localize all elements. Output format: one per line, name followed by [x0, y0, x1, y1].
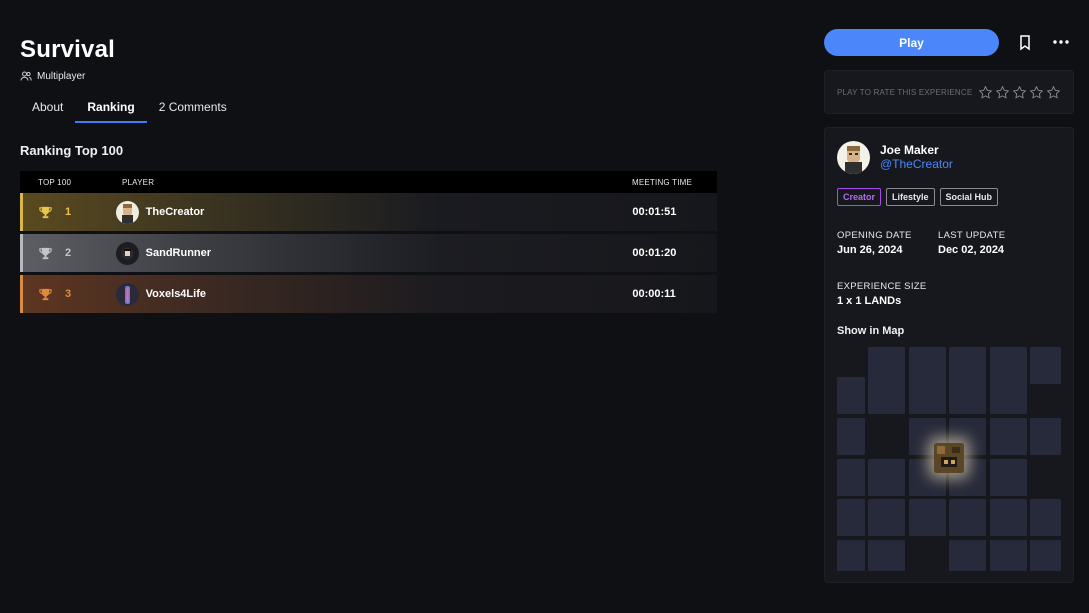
mode-text: Multiplayer	[37, 70, 86, 82]
player-name[interactable]: SandRunner	[146, 247, 211, 259]
avatar	[115, 282, 139, 306]
player-name[interactable]: TheCreator	[146, 206, 205, 218]
last-update-label: LAST UPDATE	[938, 230, 1006, 241]
map-tile	[990, 418, 1027, 455]
opening-date-value: Jun 26, 2024	[837, 244, 903, 256]
tag-list: Creator Lifestyle Social Hub	[837, 188, 999, 206]
ranking-title: Ranking Top 100	[20, 143, 124, 158]
rank-number: 2	[65, 247, 72, 259]
page-title: Survival	[20, 36, 115, 63]
tab-bar: About Ranking 2 Comments	[20, 92, 239, 123]
time-value: 00:01:51	[632, 206, 677, 218]
map-tile	[837, 499, 865, 536]
map-tile	[909, 499, 946, 536]
experience-size-value: 1 x 1 LANDs	[837, 295, 902, 307]
rank-cell: 1	[23, 205, 116, 220]
avatar	[115, 241, 139, 265]
time-value: 00:00:11	[632, 288, 676, 300]
rank-number: 3	[65, 288, 72, 300]
map-tile	[909, 377, 946, 414]
map-tile	[949, 540, 986, 571]
map-tile	[868, 540, 905, 571]
more-options-icon[interactable]	[1052, 34, 1070, 50]
time-value: 00:01:20	[632, 247, 677, 259]
silver-trophy-icon	[39, 247, 52, 259]
creator-card: Joe Maker @TheCreator Creator Lifestyle …	[824, 127, 1074, 583]
map-tile	[949, 377, 986, 414]
column-time: MEETING TIME	[632, 177, 693, 187]
bookmark-icon[interactable]	[1017, 34, 1033, 52]
star-icon[interactable]	[1029, 85, 1044, 100]
play-button[interactable]: Play	[824, 29, 999, 56]
map-tile	[1030, 418, 1061, 455]
player-cell: TheCreator	[115, 200, 633, 224]
rank-number: 1	[65, 206, 72, 218]
map-tile	[990, 499, 1027, 536]
rate-label: PLAY TO RATE THIS EXPERIENCE	[837, 87, 973, 97]
creator-name: Joe Maker	[880, 143, 939, 157]
tag-creator[interactable]: Creator	[837, 188, 882, 206]
map-tile	[990, 377, 1027, 414]
map-tile	[990, 540, 1027, 571]
player-name[interactable]: Voxels4Life	[146, 288, 206, 300]
star-icon[interactable]	[995, 85, 1010, 100]
map-tile	[837, 418, 865, 455]
star-icon[interactable]	[1012, 85, 1027, 100]
star-icon[interactable]	[978, 85, 993, 100]
tab-comments[interactable]: 2 Comments	[147, 92, 239, 123]
table-header: TOP 100 PLAYER MEETING TIME	[20, 171, 717, 193]
map-tile	[990, 459, 1027, 496]
map-tile	[1030, 540, 1061, 571]
last-update-value: Dec 02, 2024	[938, 244, 1005, 256]
creator-handle-link[interactable]: @TheCreator	[880, 157, 953, 171]
rank-cell: 2	[23, 246, 116, 261]
map-tile	[1030, 499, 1061, 536]
table-row[interactable]: 2 SandRunner 00:01:20	[20, 234, 717, 272]
tag-lifestyle[interactable]: Lifestyle	[886, 188, 935, 206]
player-cell: Voxels4Life	[115, 282, 633, 306]
ranking-table: TOP 100 PLAYER MEETING TIME 1 TheCreator…	[20, 171, 717, 313]
tab-about[interactable]: About	[20, 92, 75, 123]
column-player: PLAYER	[122, 177, 155, 187]
map-tile	[837, 377, 865, 414]
player-cell: SandRunner	[115, 241, 633, 265]
gold-trophy-icon	[39, 206, 52, 218]
map-tile	[868, 377, 905, 414]
mode-label: Multiplayer	[20, 70, 85, 82]
map-tile	[1030, 347, 1061, 384]
creator-avatar[interactable]	[837, 141, 870, 174]
rank-cell: 3	[23, 287, 116, 302]
tag-social-hub[interactable]: Social Hub	[939, 188, 999, 206]
experience-size-label: EXPERIENCE SIZE	[837, 281, 927, 292]
map-tile	[868, 459, 905, 496]
star-rating[interactable]	[978, 85, 1061, 100]
land-map[interactable]	[837, 347, 1062, 572]
map-tile	[949, 499, 986, 536]
location-marker[interactable]	[934, 443, 964, 473]
rating-box: PLAY TO RATE THIS EXPERIENCE	[824, 70, 1074, 114]
map-tile	[868, 499, 905, 536]
show-in-map-label: Show in Map	[837, 325, 905, 337]
avatar	[115, 200, 139, 224]
table-row[interactable]: 1 TheCreator 00:01:51	[20, 193, 717, 231]
map-tile	[837, 459, 865, 496]
tab-ranking[interactable]: Ranking	[75, 92, 147, 123]
bronze-trophy-icon	[39, 288, 52, 300]
users-icon	[20, 71, 32, 81]
opening-date-label: OPENING DATE	[837, 230, 912, 241]
table-row[interactable]: 3 Voxels4Life 00:00:11	[20, 275, 717, 313]
column-rank: TOP 100	[38, 177, 72, 187]
map-tile	[837, 540, 865, 571]
star-icon[interactable]	[1046, 85, 1061, 100]
